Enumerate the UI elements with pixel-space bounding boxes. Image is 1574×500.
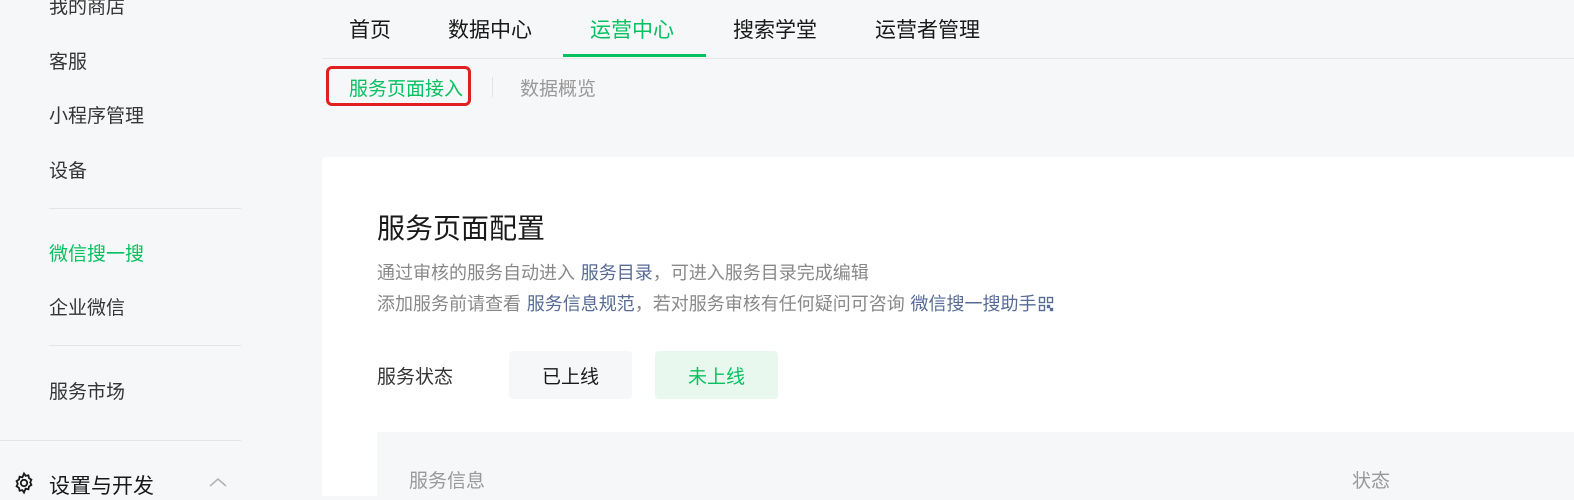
settings-and-dev-menu[interactable]: 设置与开发 xyxy=(12,468,242,498)
page-title: 服务页面配置 xyxy=(377,212,546,245)
sidebar-divider xyxy=(49,345,241,346)
subtab-separator xyxy=(492,77,493,97)
chevron-up-icon[interactable] xyxy=(208,476,228,488)
sidebar-item-my-store[interactable]: 我的商店 xyxy=(49,0,125,19)
column-header-status: 状态 xyxy=(1352,470,1391,492)
description-text: 通过审核的服务自动进入 xyxy=(377,263,581,284)
column-header-service-info: 服务信息 xyxy=(409,470,486,492)
description-line-2: 添加服务前请查看 服务信息规范，若对服务审核有任何疑问可咨询 微信搜一搜助手 xyxy=(377,290,1054,316)
subtab-service-page-access[interactable]: 服务页面接入 xyxy=(349,74,463,101)
description-text: 添加服务前请查看 xyxy=(377,294,527,315)
gear-icon xyxy=(15,471,33,495)
search-assistant-link[interactable]: 微信搜一搜助手 xyxy=(910,294,1036,315)
sidebar-item-service-market[interactable]: 服务市场 xyxy=(49,377,125,404)
sidebar-item-wechat-search[interactable]: 微信搜一搜 xyxy=(49,239,144,266)
sidebar-section-divider xyxy=(0,440,241,441)
top-navigation: 首页 数据中心 运营中心 搜索学堂 运营者管理 xyxy=(322,0,1574,59)
table-header: 服务信息 状态 xyxy=(377,432,1574,496)
tab-search-academy[interactable]: 搜索学堂 xyxy=(733,14,817,44)
tab-operations-center[interactable]: 运营中心 xyxy=(590,14,674,44)
sidebar-item-devices[interactable]: 设备 xyxy=(49,156,87,183)
description-text: ，可进入服务目录完成编辑 xyxy=(652,263,869,284)
tab-operator-management[interactable]: 运营者管理 xyxy=(875,14,980,44)
tab-home[interactable]: 首页 xyxy=(349,14,391,44)
service-status-label: 服务状态 xyxy=(377,366,454,388)
description-line-1: 通过审核的服务自动进入 服务目录，可进入服务目录完成编辑 xyxy=(377,259,869,285)
service-info-spec-link[interactable]: 服务信息规范 xyxy=(527,294,635,315)
status-online-button[interactable]: 已上线 xyxy=(509,351,632,399)
sidebar-item-customer-service[interactable]: 客服 xyxy=(49,47,87,74)
sidebar-item-miniprogram-management[interactable]: 小程序管理 xyxy=(49,101,144,128)
sidebar-item-wecom[interactable]: 企业微信 xyxy=(49,293,125,320)
tab-data-center[interactable]: 数据中心 xyxy=(448,14,532,44)
status-offline-button[interactable]: 未上线 xyxy=(655,351,778,399)
qr-code-icon[interactable] xyxy=(1038,296,1054,312)
service-directory-link[interactable]: 服务目录 xyxy=(581,263,653,284)
description-text: ，若对服务审核有任何疑问可咨询 xyxy=(634,294,911,315)
sidebar: 我的商店 客服 小程序管理 设备 微信搜一搜 企业微信 服务市场 设置与开发 xyxy=(0,0,322,498)
sidebar-divider xyxy=(49,208,241,209)
subtab-data-overview[interactable]: 数据概览 xyxy=(520,74,596,101)
active-tab-indicator xyxy=(563,54,706,57)
